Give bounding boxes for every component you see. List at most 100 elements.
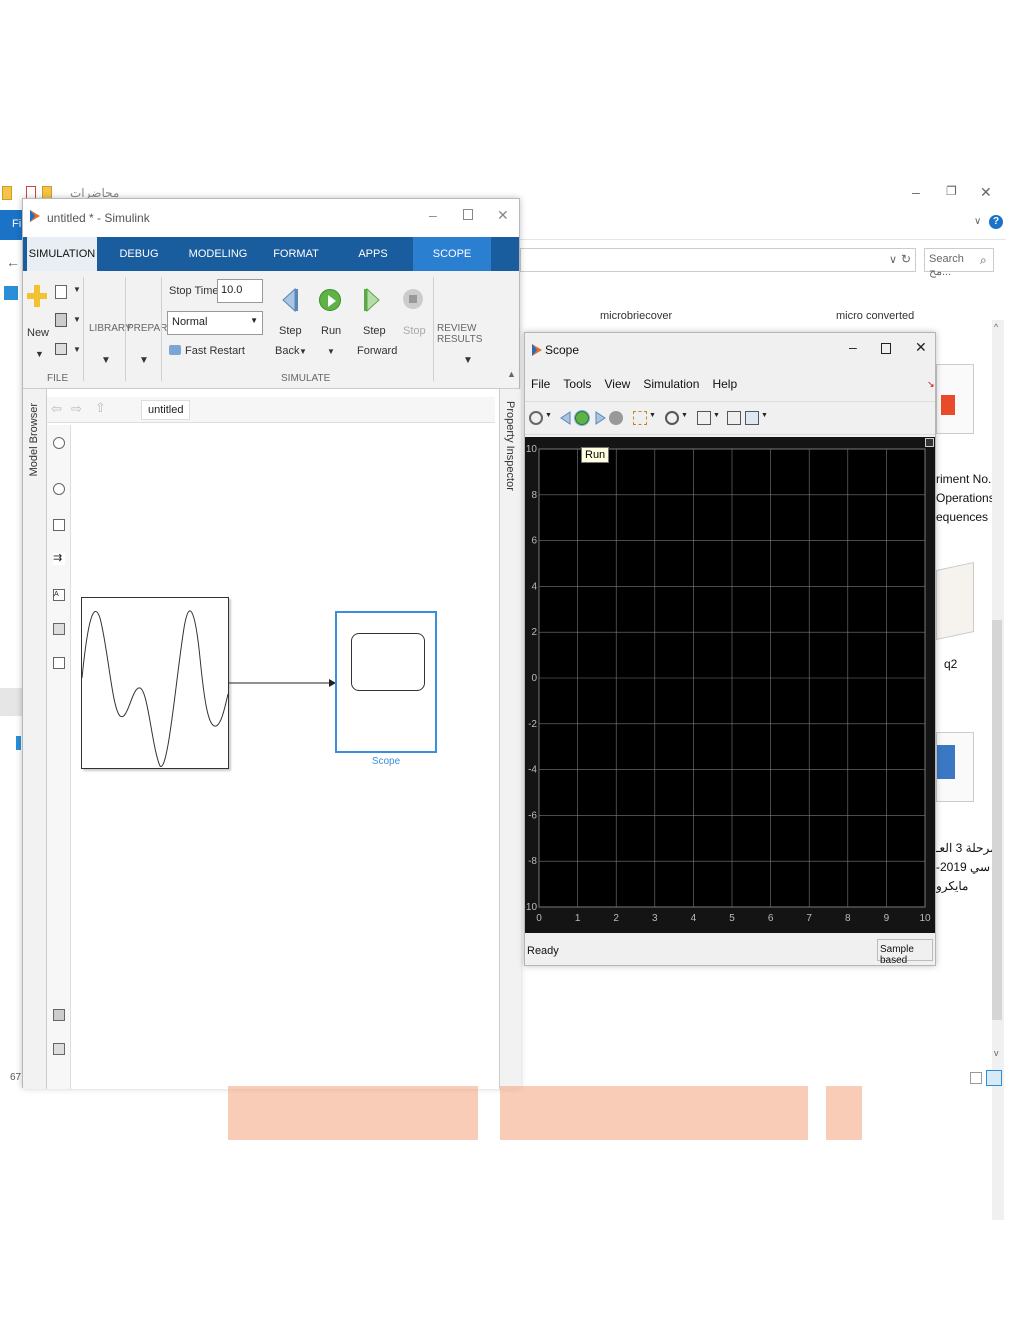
signal-line[interactable]: [229, 677, 337, 689]
menu-file[interactable]: File: [531, 377, 550, 391]
step-back-icon[interactable]: [281, 287, 299, 313]
new-label[interactable]: New: [27, 327, 49, 339]
forward-arrow-icon[interactable]: ⇨: [71, 401, 82, 417]
new-dropdown-icon[interactable]: ▼: [35, 349, 44, 359]
run-dropdown-icon[interactable]: ▼: [327, 347, 335, 356]
zoom-icon[interactable]: [53, 483, 65, 495]
close-icon[interactable]: ✕: [915, 339, 927, 356]
settings-gear-icon[interactable]: [529, 411, 543, 425]
minimize-icon[interactable]: –: [912, 184, 920, 200]
zoom-dropdown-icon[interactable]: ▼: [681, 412, 688, 419]
scroll-down-icon[interactable]: v: [994, 1048, 999, 1058]
tab-format[interactable]: FORMAT: [263, 237, 329, 271]
details-view-icon[interactable]: [970, 1072, 982, 1084]
collapse-toolstrip-icon[interactable]: ▲: [507, 369, 516, 379]
tab-apps[interactable]: APPS: [345, 237, 401, 271]
explorer-scroll-thumb[interactable]: [992, 620, 1002, 1020]
tab-modeling[interactable]: MODELING: [183, 237, 253, 271]
stop-time-input[interactable]: 10.0: [217, 279, 263, 303]
large-icons-view-icon[interactable]: [986, 1070, 1002, 1086]
open-icon[interactable]: [55, 285, 67, 299]
stop-icon[interactable]: [609, 411, 623, 425]
highlight-dropdown-icon[interactable]: ▼: [649, 412, 656, 419]
step-forward-icon[interactable]: [363, 287, 381, 313]
explorer-file-tab[interactable]: Fi: [0, 210, 24, 240]
model-browser-panel[interactable]: Model Browser: [23, 389, 47, 1089]
save-icon[interactable]: [55, 313, 67, 327]
file-item-3-line-3[interactable]: مايكرو: [936, 877, 968, 896]
step-back-icon[interactable]: [559, 411, 573, 425]
minimize-icon[interactable]: –: [429, 207, 437, 223]
review-results-label[interactable]: REVIEW RESULTS: [437, 323, 519, 345]
signal-source-block[interactable]: [81, 597, 229, 769]
scope-plot[interactable]: 0 1 2 3 4 5 6 7 8 9 10 10 8 6 4 2 0 -2 -4 -6 -8 -10: [523, 437, 935, 933]
up-arrow-icon[interactable]: ⇧: [95, 400, 106, 416]
measurements-dropdown-icon[interactable]: ▼: [761, 412, 768, 419]
scroll-up-icon[interactable]: ^: [994, 322, 998, 332]
stop-button-icon[interactable]: [403, 289, 423, 309]
review-results-dropdown-icon[interactable]: ▼: [463, 355, 473, 366]
scope-axes[interactable]: 0 1 2 3 4 5 6 7 8 9 10 10 8 6 4 2 0 -2 -4 -6 -8 -10: [523, 437, 935, 933]
undock-plot-icon[interactable]: [925, 438, 934, 447]
triggers-icon[interactable]: [727, 411, 741, 425]
maximize-icon[interactable]: [881, 343, 891, 354]
open-dropdown-icon[interactable]: ▼: [73, 285, 81, 294]
restore-icon[interactable]: ❐: [946, 184, 957, 198]
fast-restart-icon[interactable]: [169, 345, 181, 355]
back-arrow-icon[interactable]: ⇦: [51, 401, 62, 417]
step-back-label-2[interactable]: Back: [275, 345, 299, 357]
tab-simulation[interactable]: SIMULATION: [27, 237, 97, 271]
quick-access-icon[interactable]: [4, 286, 18, 300]
help-icon[interactable]: ?: [989, 215, 1003, 229]
scale-dropdown-icon[interactable]: ▼: [713, 412, 720, 419]
step-back-dropdown-icon[interactable]: ▼: [299, 347, 307, 356]
folder-icon[interactable]: [2, 186, 12, 200]
pdf-file-icon[interactable]: [936, 364, 974, 434]
menu-help[interactable]: Help: [712, 377, 737, 391]
screenshot-icon[interactable]: [53, 1009, 65, 1021]
minimize-icon[interactable]: –: [849, 339, 857, 355]
settings-dropdown-icon[interactable]: ▼: [545, 412, 552, 419]
library-dropdown-icon[interactable]: ▼: [101, 355, 111, 366]
file-item-1-line-1[interactable]: riment No.: [936, 470, 991, 489]
fit-to-view-icon[interactable]: [53, 519, 65, 531]
menu-view[interactable]: View: [604, 377, 630, 391]
run-button-icon[interactable]: [319, 289, 341, 311]
area-icon[interactable]: [53, 657, 65, 669]
image-icon[interactable]: [53, 623, 65, 635]
stop-label[interactable]: Stop: [403, 325, 426, 337]
measurements-icon[interactable]: [745, 411, 759, 425]
simulation-mode-select[interactable]: Normal ▼: [167, 311, 263, 335]
chevron-down-icon[interactable]: ∨: [974, 216, 981, 227]
fast-restart-label[interactable]: Fast Restart: [185, 345, 245, 357]
back-arrow-icon[interactable]: ←: [6, 254, 20, 270]
step-back-label-1[interactable]: Step: [279, 325, 302, 337]
menu-simulation[interactable]: Simulation: [643, 377, 699, 391]
annotation-icon[interactable]: A: [53, 589, 65, 601]
image-file-icon[interactable]: [936, 732, 974, 802]
save-dropdown-icon[interactable]: ▼: [73, 315, 81, 324]
breadcrumb[interactable]: untitled: [141, 400, 191, 420]
new-model-icon[interactable]: [27, 285, 47, 307]
menu-tools[interactable]: Tools: [563, 377, 591, 391]
step-forward-label-1[interactable]: Step: [363, 325, 386, 337]
dock-icon[interactable]: ↘: [927, 379, 935, 390]
zoom-in-icon[interactable]: [665, 411, 679, 425]
file-item-1-line-2[interactable]: Operations: [936, 489, 995, 508]
run-label[interactable]: Run: [321, 325, 341, 337]
close-icon[interactable]: ✕: [980, 184, 992, 201]
property-inspector-panel[interactable]: Property Inspector: [499, 389, 521, 1089]
tab-debug[interactable]: DEBUG: [109, 237, 169, 271]
dropdown-chevron-icon[interactable]: ∨: [889, 253, 897, 266]
tab-scope[interactable]: SCOPE: [413, 237, 491, 271]
property-inspector-label[interactable]: Property Inspector: [504, 401, 516, 491]
maximize-icon[interactable]: [463, 209, 473, 220]
print-icon[interactable]: [55, 343, 67, 355]
hide-show-browser-icon[interactable]: [53, 437, 65, 449]
file-item-2-label[interactable]: q2: [944, 655, 957, 674]
address-bar[interactable]: ∨ ↻: [520, 248, 916, 272]
archive-file-icon[interactable]: [936, 561, 974, 641]
prepare-dropdown-icon[interactable]: ▼: [139, 355, 149, 366]
scale-axes-icon[interactable]: [697, 411, 711, 425]
refresh-icon[interactable]: ↻: [901, 252, 911, 266]
